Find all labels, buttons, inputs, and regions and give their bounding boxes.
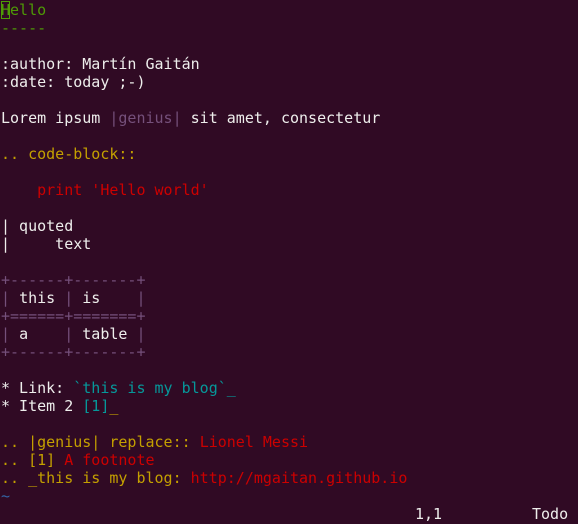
list-item-2: * Item 2 [1]_	[1, 397, 118, 415]
table-row: | this | is |	[1, 289, 146, 307]
directive-text: .. [1]	[1, 451, 65, 469]
footnote-reference: [1]	[82, 397, 110, 415]
table-pipe: |	[1, 325, 11, 343]
link-target-definition: .. _this is my blog: http://mgaitan.gith…	[1, 469, 407, 487]
table-pipe: |	[64, 289, 74, 307]
hyperlink-reference: `this is my blog`_	[73, 379, 236, 397]
table-header-separator: +======+=======+	[1, 307, 146, 325]
directive-value: Lionel Messi	[199, 433, 309, 451]
quote-line-1: | quoted	[1, 217, 73, 235]
quote-text: quoted	[10, 217, 74, 235]
table-cell: a	[19, 325, 29, 343]
code-line: print 'Hello world'	[1, 181, 209, 199]
footnote-definition: .. [1] A footnote	[1, 451, 155, 469]
substitution-reference: |genius|	[109, 109, 182, 127]
title-line: Hello	[1, 1, 46, 19]
table-cell: is	[82, 289, 101, 307]
author-field: :author: Martín Gaitán	[1, 55, 200, 73]
table-pipe: |	[136, 289, 146, 307]
table-pipe: |	[1, 289, 11, 307]
vim-editor[interactable]: Hello ----- :author: Martín Gaitán :date…	[0, 0, 578, 524]
table-pipe: |	[64, 325, 74, 343]
directive-text: .. |genius| replace::	[1, 433, 200, 451]
substitution-definition: .. |genius| replace:: Lionel Messi	[1, 433, 308, 451]
table-border-bottom: +------+-------+	[1, 343, 146, 361]
table-border-top: +------+-------+	[1, 271, 146, 289]
table-cell: this	[19, 289, 56, 307]
quote-line-2: | text	[1, 235, 91, 253]
code-block-directive: .. code-block::	[1, 145, 137, 163]
title-text: ello	[10, 1, 47, 19]
quote-bar: |	[1, 235, 11, 253]
empty-line-marker: ~	[1, 487, 11, 505]
directive-text: .. _this is my blog:	[1, 469, 191, 487]
directive-value: http://mgaitan.github.io	[190, 469, 408, 487]
list-item-text: * Item 2	[1, 397, 83, 415]
cursor-position: 1,1	[415, 505, 443, 523]
quote-bar: |	[1, 217, 11, 235]
quote-text: text	[10, 235, 92, 253]
footnote-reference-underscore: _	[109, 397, 119, 415]
table-pipe: |	[136, 325, 146, 343]
paragraph-text-post: sit amet, consectetur	[181, 109, 381, 127]
table-row: | a | table |	[1, 325, 146, 343]
directive-value: A footnote	[64, 451, 155, 469]
list-item-text: * Link:	[1, 379, 74, 397]
title-underline: -----	[1, 19, 47, 37]
text-cursor: H	[1, 1, 11, 19]
list-item-link: * Link: `this is my blog`_	[1, 379, 236, 397]
paragraph-text-pre: Lorem ipsum	[1, 109, 110, 127]
paragraph-line: Lorem ipsum |genius| sit amet, consectet…	[1, 109, 380, 127]
date-field: :date: today ;-)	[1, 73, 146, 91]
scroll-position: Todo	[532, 505, 569, 523]
table-cell: table	[82, 325, 128, 343]
